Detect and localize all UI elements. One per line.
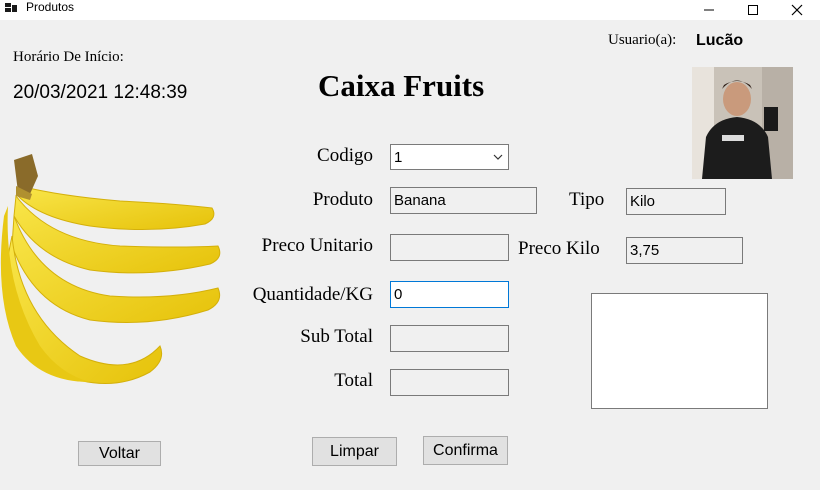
app-icon (5, 3, 17, 12)
close-button[interactable] (776, 0, 818, 20)
items-listbox[interactable] (591, 293, 768, 409)
tipo-field[interactable]: Kilo (626, 188, 726, 215)
limpar-button[interactable]: Limpar (312, 437, 397, 466)
quantidade-label: Quantidade/KG (252, 284, 373, 305)
produto-label: Produto (312, 189, 373, 210)
maximize-icon (748, 5, 758, 15)
total-field[interactable] (390, 369, 509, 396)
tipo-label: Tipo (569, 189, 605, 210)
total-label: Total (334, 370, 373, 391)
banana-image (0, 146, 225, 386)
start-time-label: Horário De Início: (13, 49, 124, 65)
preco-kilo-label: Preco Kilo (518, 238, 600, 259)
confirma-button[interactable]: Confirma (423, 436, 508, 465)
preco-unitario-field[interactable] (390, 234, 509, 261)
quantidade-field[interactable]: 0 (390, 281, 509, 308)
user-photo (692, 67, 793, 179)
user-avatar (692, 67, 793, 179)
codigo-label: Codigo (317, 145, 373, 166)
voltar-button[interactable]: Voltar (78, 441, 161, 466)
codigo-select-value: 1 (394, 149, 403, 166)
minimize-button[interactable] (688, 0, 730, 20)
chevron-down-icon (493, 154, 503, 160)
minimize-icon (704, 9, 714, 11)
window-title: Produtos (26, 0, 75, 14)
subtotal-field[interactable] (390, 325, 509, 352)
produto-field[interactable]: Banana (390, 187, 537, 214)
user-name: Lucão (696, 32, 744, 49)
preco-unitario-label: Preco Unitario (261, 235, 373, 256)
start-time-value: 20/03/2021 12:48:39 (13, 82, 188, 103)
subtotal-label: Sub Total (300, 326, 373, 347)
app-title: Caixa Fruits (318, 68, 485, 103)
preco-kilo-field[interactable]: 3,75 (626, 237, 743, 264)
user-label: Usuario(a): (608, 32, 677, 48)
maximize-button[interactable] (732, 0, 774, 20)
close-icon (791, 4, 803, 16)
codigo-select[interactable]: 1 (390, 144, 509, 170)
banana-icon (0, 154, 221, 384)
